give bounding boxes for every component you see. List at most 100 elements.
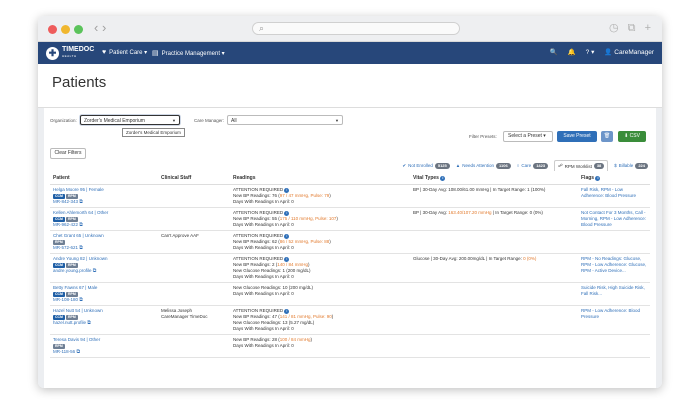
address-bar[interactable]: ⌕ — [252, 22, 460, 35]
cell-patient: Andre Young 82 | Unknown CCM RPM andre.youn… — [50, 253, 158, 283]
copy-icon[interactable]: ⧉ — [76, 349, 80, 355]
filter-count: 38 — [593, 163, 605, 169]
copy-icon[interactable]: ⧉ — [93, 268, 97, 274]
nav-practice-management-label: Practice Management ▾ — [161, 50, 225, 57]
cell-readings: New BP Readings: 28 (100 / 84 mmHg) Days … — [230, 334, 410, 358]
patient-mrn[interactable]: MR-572-621 — [53, 245, 78, 250]
caret-down-icon: ▼ — [335, 118, 339, 123]
cell-readings: ATTENTION REQUIRED i New BP Readings: 47 … — [230, 305, 410, 335]
column-header-flags[interactable]: Flags i — [578, 172, 650, 185]
bp-readings-values: 86 / 52 mmHg, Pulse: 88 — [279, 239, 330, 244]
close-window-button[interactable] — [48, 25, 57, 34]
flags-link[interactable]: Suicide Risk, High Suicide Risk, Fall Ri… — [581, 285, 645, 296]
glucose-readings-text: New Glucose Readings: 13 (5.27 mg/dL) — [233, 320, 315, 325]
filter-label: Care — [521, 163, 532, 168]
back-forward-arrows-icon[interactable]: ‹ › — [94, 20, 106, 35]
cell-vital-types: BP | 30-Day Avg: 108.00/61.00 mmHg | In … — [410, 184, 578, 208]
flags-link[interactable]: RPM - No Readings: Glucose, RPM - Low Ad… — [581, 256, 646, 273]
filter-billable[interactable]: $ Billable 224 — [614, 162, 648, 169]
bp-readings-text: New BP Readings: 55 ( — [233, 216, 280, 221]
patient-mrn[interactable]: andre.young.profile — [53, 268, 92, 273]
organization-tooltip: Zorder's Medical Emporium — [122, 128, 185, 137]
copy-icon[interactable]: ⧉ — [79, 222, 83, 228]
user-icon: 👤 — [604, 49, 613, 56]
search-icon[interactable]: 🔍 — [549, 48, 557, 56]
cell-flags — [578, 230, 650, 254]
rpm-icon: ☍ — [558, 163, 563, 168]
bell-icon[interactable]: 🔔 — [568, 48, 576, 56]
organization-select[interactable]: Zorder's Medical Emporium ▼ — [80, 115, 180, 125]
cell-vital-types — [410, 282, 578, 306]
table-row[interactable]: Teresa Davis 94 | Other RPM MR-118-56 ⧉ New… — [50, 334, 650, 358]
flags-link[interactable]: Not Contact For 3 Months, Call - Morning… — [581, 210, 646, 227]
patient-mrn[interactable]: MR-962-422 — [53, 222, 78, 227]
save-preset-button[interactable]: Save Preset — [557, 131, 597, 142]
nav-patient-care[interactable]: ♥ Patient Care ▾ — [102, 49, 147, 56]
patient-mrn[interactable]: MR-118-56 — [53, 349, 75, 354]
table-row[interactable]: Andre Young 82 | Unknown CCM RPM andre.youn… — [50, 253, 650, 283]
help-icon[interactable]: ? ▾ — [586, 48, 595, 56]
column-header-vital-types[interactable]: Vital Types i — [410, 172, 578, 185]
cell-vital-types — [410, 230, 578, 254]
glucose-readings-text: New Glucose Readings: 1 (200 mg/dL) — [233, 268, 311, 273]
care-manager-label: Care Manager: — [194, 118, 225, 123]
copy-icon[interactable]: ⧉ — [87, 320, 91, 326]
trash-icon[interactable]: 🗑 — [601, 131, 613, 142]
patient-mrn[interactable]: MR-842-343 — [53, 199, 78, 204]
info-icon[interactable]: i — [440, 176, 446, 181]
table-row[interactable]: Helga Moore 95 | Female CCM RPM MR-842-343 … — [50, 184, 650, 208]
maximize-window-button[interactable] — [74, 25, 83, 34]
days-with-readings: Days With Readings In April: 0 — [233, 291, 294, 296]
user-menu[interactable]: 👤 CareManager — [604, 48, 654, 56]
table-row[interactable]: Hazel Nutt 54 | Unknown CCM RPM hazel.nutt.… — [50, 305, 650, 335]
table-row[interactable]: Betty Fawns 67 | Male CCM RPM MR-108-180 ⧉ N… — [50, 282, 650, 306]
bp-readings-values: 140 / 84 mmHg — [277, 262, 308, 267]
bp-readings-suffix: ) — [336, 216, 338, 221]
filter-care[interactable]: ○ Care 1423 — [517, 162, 549, 169]
caret-down-icon: ▼ — [172, 118, 176, 123]
vital-summary-warn: 0 (0%) — [523, 256, 537, 261]
filter-label: Not Enrolled — [408, 163, 433, 168]
table-row[interactable]: Kellen Ahlemorth 64 | Other CCM RPM MR-962-… — [50, 207, 650, 231]
flags-link[interactable]: RPM - Low Adherence: Blood Pressure — [581, 308, 640, 319]
clear-filters-button[interactable]: Clear Filters — [50, 148, 86, 159]
vital-types-label: Vital Types — [413, 175, 439, 181]
days-with-readings: Days With Readings In April: 0 — [233, 222, 294, 227]
days-with-readings: Days With Readings In April: 0 — [233, 274, 294, 279]
filter-needs-attention[interactable]: ▲ Needs Attention 1106 — [456, 162, 511, 169]
browser-window: ‹ › ⌕ ◷ ⧉ + ✚ TIMEDOC HEALTH ♥ Patient Ca… — [38, 16, 662, 388]
bp-readings-values: 141 / 81 mmHg, Pulse: 90 — [279, 314, 332, 319]
days-with-readings: Days With Readings In April: 0 — [233, 199, 294, 204]
minimize-window-button[interactable] — [61, 25, 70, 34]
page-title: Patients — [52, 74, 107, 91]
bp-readings-text: New BP Readings: 2 ( — [233, 262, 278, 267]
copy-icon[interactable]: ⧉ — [79, 245, 83, 251]
days-with-readings: Days With Readings In April: 0 — [233, 326, 294, 331]
search-icon: ⌕ — [259, 23, 265, 33]
cell-flags: Fall Risk, RPM - Low Adherence: Blood Pr… — [578, 184, 650, 208]
info-icon[interactable]: i — [595, 176, 601, 181]
browser-toolbar-icons[interactable]: ◷ ⧉ + — [609, 21, 654, 35]
cell-readings: ATTENTION REQUIRED i New BP Readings: 55 … — [230, 207, 410, 231]
csv-export-button[interactable]: ⬇ CSV — [618, 131, 646, 142]
select-preset-dropdown[interactable]: Select a Preset ▾ — [503, 131, 553, 142]
filter-rpm-worklist[interactable]: ☍ RPM Worklist 38 — [554, 160, 609, 171]
flags-link[interactable]: Fall Risk, RPM - Low Adherence: Blood Pr… — [581, 187, 636, 198]
filter-not-enrolled[interactable]: ✔ Not Enrolled 5125 — [402, 162, 450, 169]
timedoc-logo[interactable]: ✚ TIMEDOC HEALTH — [46, 46, 94, 60]
copy-icon[interactable]: ⧉ — [79, 199, 83, 205]
patient-mrn[interactable]: MR-108-180 — [53, 297, 78, 302]
cell-flags: Suicide Risk, High Suicide Risk, Fall Ri… — [578, 282, 650, 306]
dollar-icon: $ — [614, 163, 617, 168]
patient-mrn[interactable]: hazel.nutt.profile — [53, 320, 86, 325]
attention-required-label: ATTENTION REQUIRED — [233, 233, 284, 238]
copy-icon[interactable]: ⧉ — [79, 297, 83, 303]
cell-readings: ATTENTION REQUIRED i New BP Readings: 2 (… — [230, 253, 410, 283]
table-row[interactable]: Chet Grant 65 | Unknown RPM MR-572-621 ⧉ Ca… — [50, 230, 650, 254]
column-header-clinical-staff[interactable]: Clinical Staff — [158, 172, 230, 185]
glucose-readings-text: New Glucose Readings: 10 (200 mg/dL) — [233, 285, 314, 290]
care-manager-select[interactable]: All ▼ — [227, 115, 343, 125]
column-header-patient[interactable]: Patient — [50, 172, 158, 185]
nav-practice-management[interactable]: ▤ Practice Management ▾ — [152, 49, 225, 57]
column-header-readings[interactable]: Readings — [230, 172, 410, 185]
